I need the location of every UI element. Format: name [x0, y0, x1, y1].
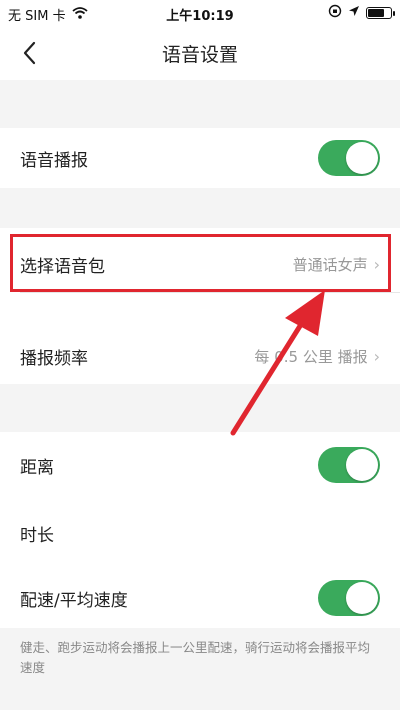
toggle-knob	[346, 449, 378, 481]
voice-broadcast-label: 语音播报	[20, 150, 88, 171]
distance-toggle[interactable]	[318, 447, 380, 483]
duration-label: 时长	[20, 525, 54, 546]
section-gap	[0, 188, 400, 228]
toggle-knob	[346, 142, 378, 174]
divider	[20, 292, 400, 293]
chevron-right-icon: ›	[373, 346, 380, 366]
distance-label: 距离	[20, 457, 54, 478]
toggle-knob	[346, 582, 378, 614]
page-title: 语音设置	[161, 44, 238, 66]
battery-level	[368, 9, 384, 17]
frequency-value-group: 每 0.5 公里 播报 ›	[254, 346, 380, 367]
chevron-right-icon: ›	[373, 254, 380, 274]
rotation-lock-icon	[328, 4, 342, 22]
voice-pack-value-group: 普通话女声 ›	[293, 254, 380, 275]
footer-note: 健走、跑步运动将会播报上一公里配速，骑行运动将会播报平均速度	[20, 640, 371, 675]
frequency-label: 播报频率	[20, 348, 88, 369]
status-bar: 无 SIM 卡 上午10:19	[0, 0, 400, 26]
distance-row[interactable]: 距离	[0, 432, 400, 498]
location-icon	[348, 5, 360, 21]
status-right	[328, 4, 395, 22]
frequency-value: 每 0.5 公里 播报	[254, 347, 368, 366]
voice-broadcast-row[interactable]: 语音播报	[0, 128, 400, 188]
voice-pack-row[interactable]: 选择语音包 普通话女声 ›	[0, 236, 400, 292]
pace-toggle[interactable]	[318, 580, 380, 616]
voice-pack-label: 选择语音包	[20, 256, 105, 277]
voice-pack-value: 普通话女声	[292, 255, 368, 274]
battery-icon	[366, 7, 395, 19]
section-gap	[0, 384, 400, 432]
pace-label: 配速/平均速度	[20, 590, 128, 611]
voice-broadcast-toggle[interactable]	[318, 140, 380, 176]
nav-bar: 语音设置	[0, 26, 400, 80]
section-gap	[0, 80, 400, 128]
frequency-row[interactable]: 播报频率 每 0.5 公里 播报 ›	[0, 328, 400, 384]
duration-row[interactable]: 时长	[0, 500, 400, 566]
pace-row[interactable]: 配速/平均速度	[0, 568, 400, 628]
